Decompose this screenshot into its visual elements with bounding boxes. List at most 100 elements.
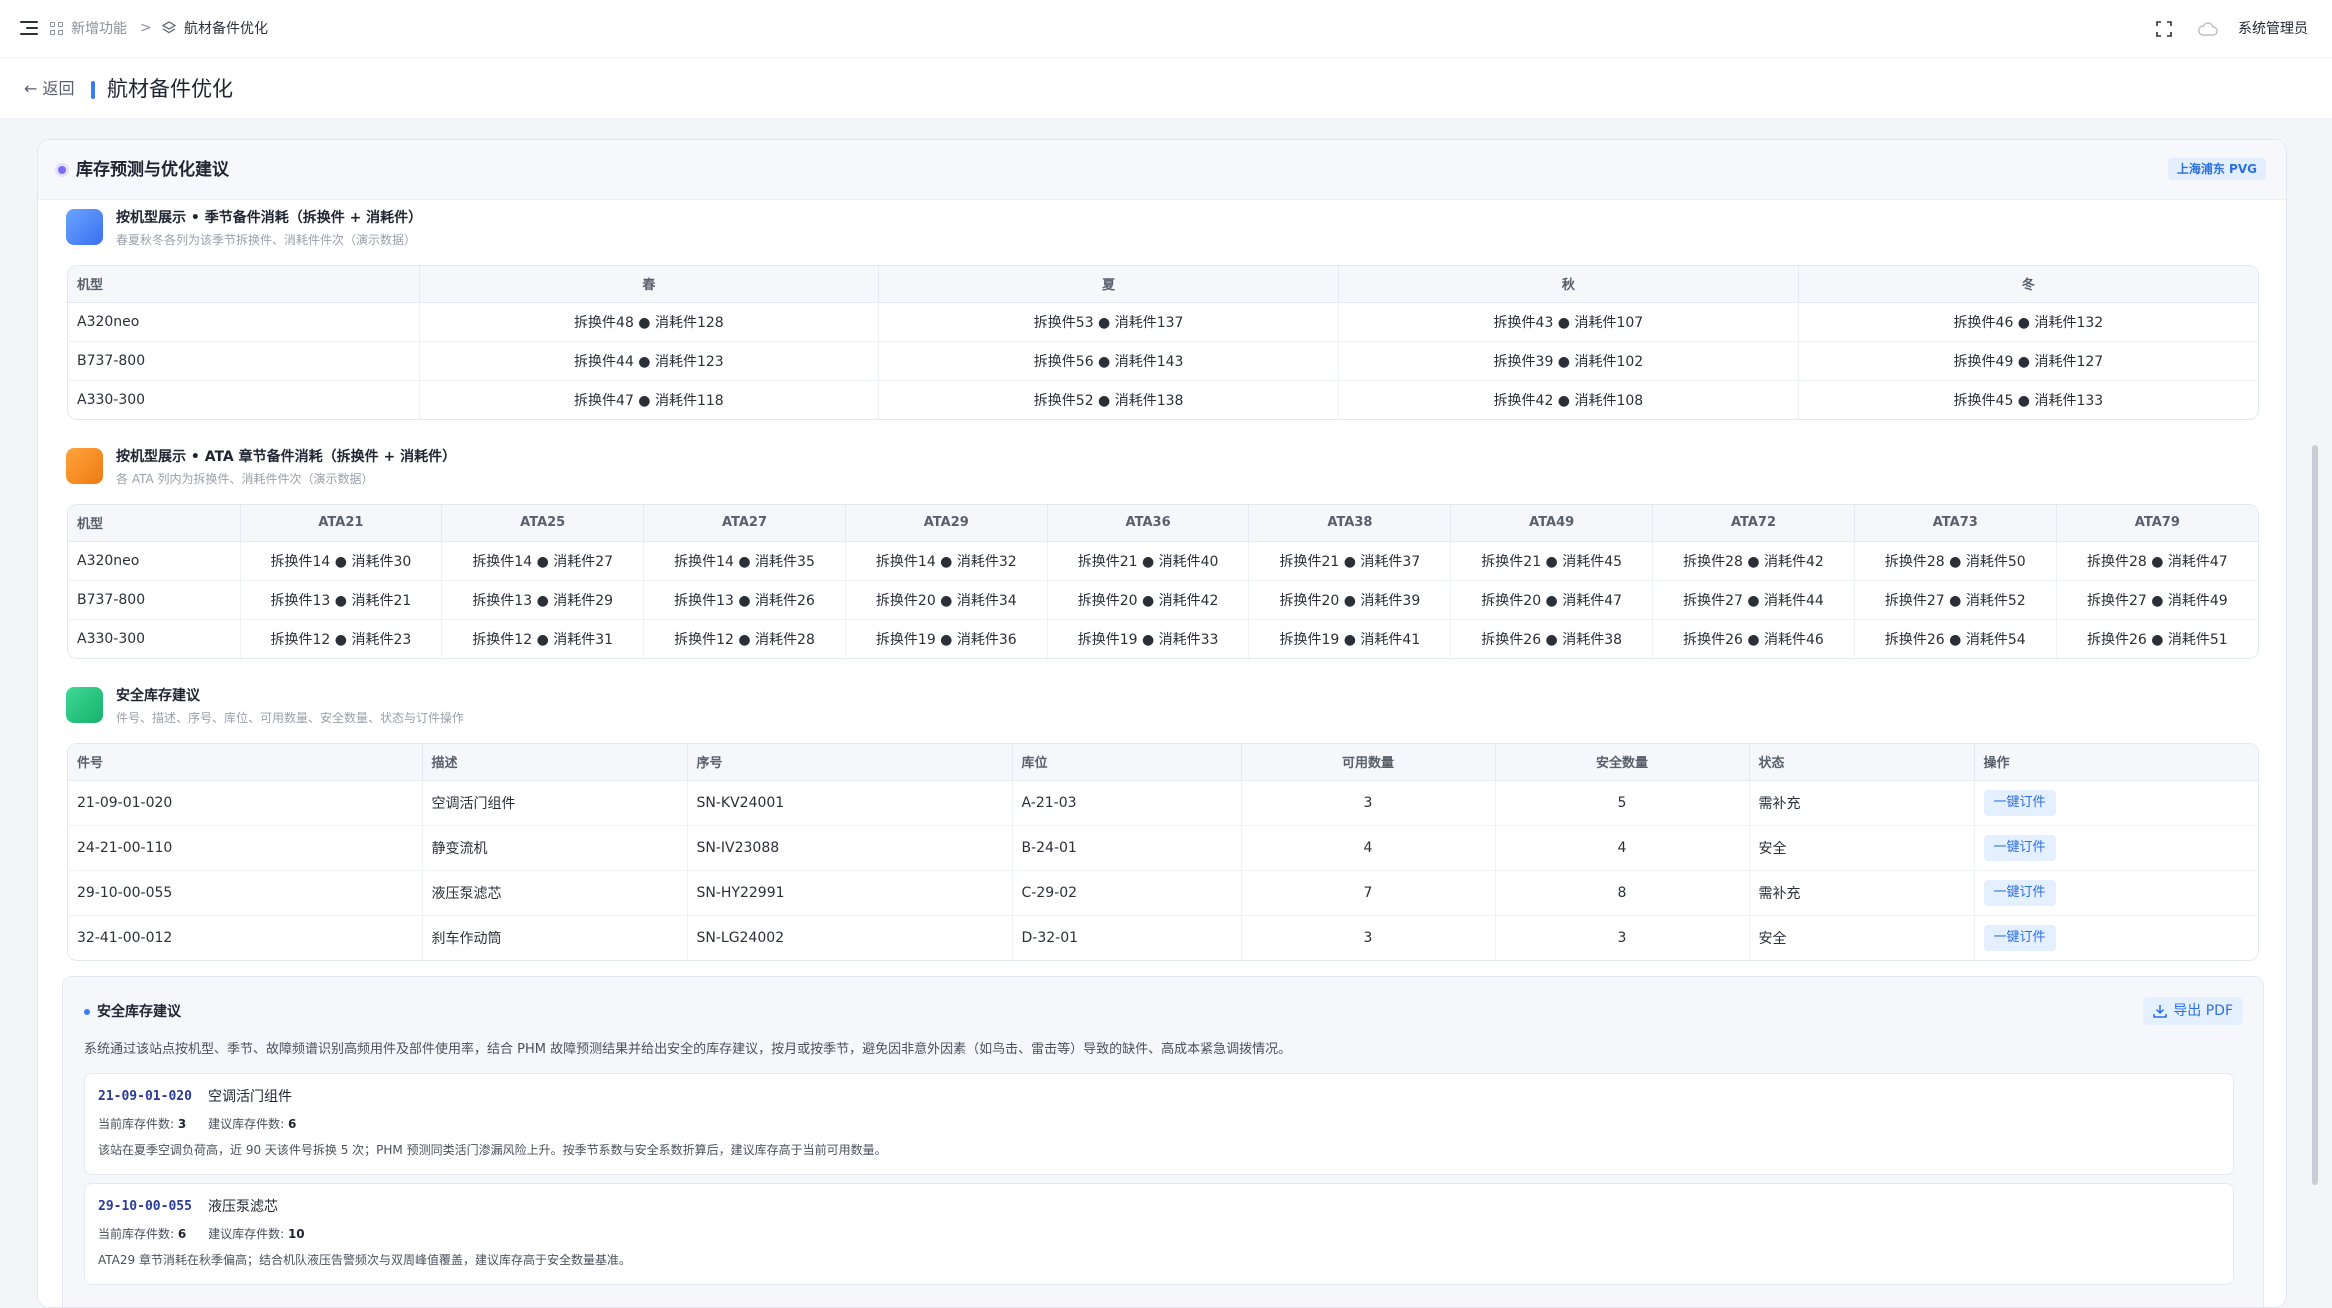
export-pdf-label: 导出 PDF [2173, 1003, 2233, 1019]
inventory-card: 库存预测与优化建议 上海浦东 PVG 按机型展示 • 季节备件消耗（拆换件 + … [37, 139, 2287, 1308]
table-row: 32-41-00-012 刹车作动筒 SN-LG24002 D-32-01 3 … [68, 915, 2258, 960]
action-cell: 一键订件 [1974, 870, 2258, 916]
current-stock-value: 6 [177, 1227, 187, 1241]
safety-section-icon [66, 687, 103, 723]
current-stock-value: 3 [177, 1117, 187, 1131]
rec-stock-counts: 当前库存件数: 6 建议库存件数: 10 [98, 1226, 323, 1242]
part-description: 刹车作动筒 [422, 915, 688, 960]
layers-icon [162, 21, 176, 34]
recommendation-card: 29-10-00-055 液压泵滤芯 当前库存件数: 6 建议库存件数: 10 … [84, 1183, 2234, 1285]
table-header: ATA25 [441, 505, 645, 542]
table-header: ATA36 [1047, 505, 1250, 542]
season-section-subtitle: 春夏秋冬各列为该季节拆换件、消耗件件次（演示数据） [116, 233, 417, 247]
part-description: 空调活门组件 [422, 780, 688, 826]
table-cell: 拆换件56 ● 消耗件143 [878, 341, 1339, 381]
rec-part-name: 液压泵滤芯 [208, 1199, 278, 1215]
table-cell: 拆换件46 ● 消耗件132 [1798, 302, 2258, 342]
order-button[interactable]: 一键订件 [1983, 879, 2056, 906]
fullscreen-icon[interactable] [2156, 21, 2172, 37]
table-row: A330-300 拆换件47 ● 消耗件118 拆换件52 ● 消耗件138 拆… [68, 380, 2258, 419]
status-dot-icon [58, 166, 66, 174]
table-cell: 拆换件13 ● 消耗件21 [240, 580, 443, 620]
table-row: B737-800 拆换件44 ● 消耗件123 拆换件56 ● 消耗件143 拆… [68, 341, 2258, 381]
table-header: 安全数量 [1495, 744, 1750, 781]
part-number: 32-41-00-012 [68, 915, 423, 960]
season-table: 机型 春 夏 秋 冬 A320neo 拆换件48 ● 消耗件128 拆换件53 … [67, 265, 2259, 420]
table-cell: A330-300 [68, 380, 420, 419]
table-row: 29-10-00-055 液压泵滤芯 SN-HY22991 C-29-02 7 … [68, 870, 2258, 916]
suggested-stock-value: 10 [287, 1227, 305, 1241]
safety-qty: 3 [1495, 915, 1750, 960]
table-cell: 拆换件27 ● 消耗件49 [2056, 580, 2258, 620]
title-accent-bar [91, 81, 95, 99]
table-cell: 拆换件26 ● 消耗件38 [1450, 619, 1654, 658]
menu-toggle-icon[interactable] [20, 20, 38, 36]
serial-number: SN-KV24001 [687, 780, 1013, 826]
ata-table: 机型 ATA21 ATA25 ATA27 ATA29 ATA36 ATA38 A… [67, 504, 2259, 659]
available-qty: 4 [1241, 825, 1496, 871]
table-cell: 拆换件27 ● 消耗件52 [1854, 580, 2057, 620]
table-cell: 拆换件47 ● 消耗件118 [419, 380, 880, 419]
available-qty: 3 [1241, 915, 1496, 960]
table-row: B737-800 拆换件13 ● 消耗件21 拆换件13 ● 消耗件29 拆换件… [68, 580, 2258, 620]
table-cell: 拆换件28 ● 消耗件50 [1854, 541, 2057, 581]
table-cell: A320neo [68, 302, 420, 342]
vertical-scrollbar[interactable] [2309, 119, 2321, 1308]
safety-qty: 8 [1495, 870, 1750, 916]
page-title: 航材备件优化 [107, 77, 233, 101]
table-header: ATA27 [643, 505, 846, 542]
serial-number: SN-LG24002 [687, 915, 1013, 960]
safety-section-subtitle: 件号、描述、序号、库位、可用数量、安全数量、状态与订件操作 [116, 711, 465, 725]
available-qty: 7 [1241, 870, 1496, 916]
order-button[interactable]: 一键订件 [1983, 834, 2056, 861]
table-cell: 拆换件52 ● 消耗件138 [878, 380, 1339, 419]
table-cell: 拆换件48 ● 消耗件128 [419, 302, 880, 342]
table-cell: 拆换件20 ● 消耗件42 [1047, 580, 1250, 620]
current-stock-label: 当前库存件数: [98, 1227, 175, 1241]
table-cell: 拆换件28 ● 消耗件47 [2056, 541, 2258, 581]
user-name[interactable]: 系统管理员 [2238, 20, 2308, 38]
card-header: 库存预测与优化建议 上海浦东 PVG [38, 140, 2286, 200]
part-number: 21-09-01-020 [68, 780, 423, 826]
table-cell: 拆换件42 ● 消耗件108 [1338, 380, 1799, 419]
current-stock-label: 当前库存件数: [98, 1117, 175, 1131]
scrollbar-thumb[interactable] [2312, 445, 2318, 1185]
safety-section-title: 安全库存建议 [116, 688, 200, 704]
table-cell: 拆换件21 ● 消耗件40 [1047, 541, 1250, 581]
order-button[interactable]: 一键订件 [1983, 924, 2056, 951]
table-header: 件号 [68, 744, 423, 781]
season-section-icon [66, 209, 103, 245]
back-button[interactable]: ← 返回 [24, 79, 75, 99]
rec-stock-counts: 当前库存件数: 3 建议库存件数: 6 [98, 1116, 314, 1132]
suggested-stock-label: 建议库存件数: [208, 1117, 285, 1131]
cloud-icon[interactable] [2198, 22, 2218, 36]
order-button[interactable]: 一键订件 [1983, 789, 2056, 816]
table-cell: 拆换件39 ● 消耗件102 [1338, 341, 1799, 381]
table-header: ATA21 [240, 505, 443, 542]
safety-stock-table: 件号 描述 序号 库位 可用数量 安全数量 状态 操作 21-09-01-020… [67, 743, 2259, 961]
table-cell: 拆换件26 ● 消耗件54 [1854, 619, 2057, 658]
table-header: 序号 [687, 744, 1013, 781]
table-cell: 拆换件13 ● 消耗件26 [643, 580, 846, 620]
table-row: 21-09-01-020 空调活门组件 SN-KV24001 A-21-03 3… [68, 780, 2258, 826]
safety-qty: 4 [1495, 825, 1750, 871]
export-pdf-button[interactable]: 导出 PDF [2143, 997, 2243, 1025]
table-cell: 拆换件26 ● 消耗件46 [1652, 619, 1855, 658]
action-cell: 一键订件 [1974, 780, 2258, 826]
breadcrumb-parent[interactable]: 新增功能 [71, 20, 127, 38]
part-description: 液压泵滤芯 [422, 870, 688, 916]
table-row: A320neo 拆换件48 ● 消耗件128 拆换件53 ● 消耗件137 拆换… [68, 302, 2258, 342]
table-cell: 拆换件14 ● 消耗件30 [240, 541, 443, 581]
download-icon [2153, 1005, 2168, 1018]
safety-qty: 5 [1495, 780, 1750, 826]
bin-location: B-24-01 [1012, 825, 1242, 871]
page-header: ← 返回 航材备件优化 [0, 58, 2332, 119]
top-bar: 新增功能 > 航材备件优化 系统管理员 [0, 0, 2332, 58]
rec-part-number: 29-10-00-055 [98, 1199, 192, 1214]
table-cell: 拆换件20 ● 消耗件34 [845, 580, 1048, 620]
status-text: 需补充 [1749, 870, 1975, 916]
table-header: 机型 [68, 266, 420, 303]
table-header: 春 [419, 266, 880, 303]
table-header: ATA49 [1450, 505, 1654, 542]
suggested-stock-label: 建议库存件数: [208, 1227, 285, 1241]
